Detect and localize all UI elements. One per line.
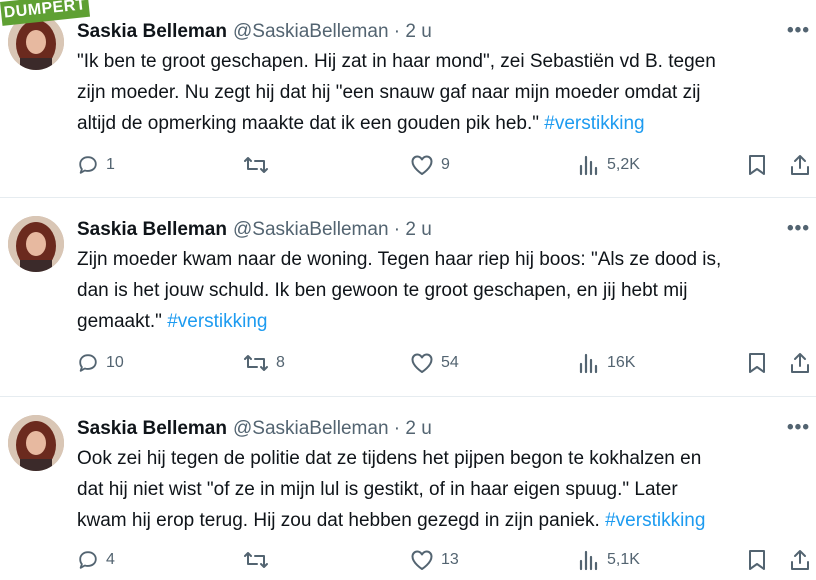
tweet[interactable]: Saskia Belleman @SaskiaBelleman · 2 u ••… (0, 0, 816, 197)
retweet-icon (244, 157, 268, 173)
more-icon[interactable]: ••• (787, 218, 810, 240)
like-icon (411, 550, 433, 570)
tweet-header: Saskia Belleman @SaskiaBelleman · 2 u (77, 417, 432, 441)
bookmark-button[interactable] (748, 154, 766, 176)
like-button[interactable]: 13 (410, 549, 459, 571)
share-icon (791, 353, 809, 373)
views-count: 5,1K (607, 551, 640, 568)
views-count: 5,2K (607, 156, 640, 173)
like-count: 13 (441, 551, 459, 568)
views-icon (579, 550, 598, 571)
bookmark-button[interactable] (748, 549, 766, 571)
reply-icon (79, 156, 97, 174)
avatar[interactable] (8, 415, 64, 471)
reply-button[interactable]: 10 (77, 352, 124, 374)
display-name[interactable]: Saskia Belleman (77, 418, 227, 440)
tweet-text: "Ik ben te groot geschapen. Hij zat in h… (77, 46, 812, 139)
like-button[interactable]: 54 (410, 352, 459, 374)
retweet-button[interactable] (243, 154, 276, 176)
share-icon (791, 550, 809, 570)
display-name[interactable]: Saskia Belleman (77, 219, 227, 241)
reply-count: 4 (106, 551, 115, 568)
tweet-line-text: altijd de opmerking maakte dat ik een go… (77, 113, 539, 134)
display-name[interactable]: Saskia Belleman (77, 21, 227, 43)
retweet-icon (244, 552, 268, 568)
like-count: 54 (441, 354, 459, 371)
hashtag-link[interactable]: #verstikking (167, 311, 267, 332)
reply-button[interactable]: 1 (77, 154, 115, 176)
tweet-line-text: kwam hij erop terug. Hij zou dat hebben … (77, 510, 600, 531)
bookmark-icon (749, 353, 765, 373)
tweet-line: "Ik ben te groot geschapen. Hij zat in h… (77, 51, 716, 72)
share-icon (791, 155, 809, 175)
views-count: 16K (607, 354, 636, 371)
reply-icon (79, 354, 97, 372)
tweet-line: dan is het jouw schuld. Ik ben gewoon te… (77, 280, 688, 301)
retweet-icon (244, 355, 268, 371)
tweet-line: dat hij niet wist "of ze in mijn lul is … (77, 479, 678, 500)
share-button[interactable] (789, 154, 811, 176)
handle-and-time[interactable]: @SaskiaBelleman · 2 u (233, 418, 432, 440)
tweet-line-text: gemaakt." (77, 311, 162, 332)
tweet-line: Zijn moeder kwam naar de woning. Tegen h… (77, 249, 722, 270)
like-button[interactable]: 9 (410, 154, 450, 176)
tweet-text: Ook zei hij tegen de politie dat ze tijd… (77, 443, 812, 536)
share-button[interactable] (789, 549, 811, 571)
more-icon[interactable]: ••• (787, 20, 810, 42)
retweet-button[interactable] (243, 549, 276, 571)
tweet-line: gemaakt." #verstikking (77, 306, 812, 337)
reply-button[interactable]: 4 (77, 549, 115, 571)
bookmark-button[interactable] (748, 352, 766, 374)
hashtag-link[interactable]: #verstikking (605, 510, 705, 531)
bookmark-icon (749, 550, 765, 570)
views-button[interactable]: 5,1K (578, 549, 640, 571)
views-button[interactable]: 5,2K (578, 154, 640, 176)
reply-count: 10 (106, 354, 124, 371)
tweet-header: Saskia Belleman @SaskiaBelleman · 2 u (77, 20, 432, 44)
share-button[interactable] (789, 352, 811, 374)
retweet-button[interactable]: 8 (243, 352, 285, 374)
tweet-header: Saskia Belleman @SaskiaBelleman · 2 u (77, 218, 432, 242)
action-bar: 10 8 54 16K (0, 352, 816, 380)
handle-and-time[interactable]: @SaskiaBelleman · 2 u (233, 219, 432, 241)
views-icon (579, 155, 598, 176)
avatar[interactable] (8, 216, 64, 272)
handle-and-time[interactable]: @SaskiaBelleman · 2 u (233, 21, 432, 43)
more-icon[interactable]: ••• (787, 417, 810, 439)
action-bar: 1 9 5,2K (0, 154, 816, 182)
like-icon (411, 155, 433, 175)
tweet[interactable]: Saskia Belleman @SaskiaBelleman · 2 u ••… (0, 397, 816, 580)
views-button[interactable]: 16K (578, 352, 635, 374)
reply-icon (79, 551, 97, 569)
like-count: 9 (441, 156, 450, 173)
tweet-line: kwam hij erop terug. Hij zou dat hebben … (77, 505, 812, 536)
hashtag-link[interactable]: #verstikking (544, 113, 644, 134)
tweet-line: altijd de opmerking maakte dat ik een go… (77, 108, 812, 139)
retweet-count: 8 (276, 354, 285, 371)
action-bar: 4 13 5,1K (0, 549, 816, 577)
tweet[interactable]: Saskia Belleman @SaskiaBelleman · 2 u ••… (0, 198, 816, 396)
reply-count: 1 (106, 156, 115, 173)
tweet-line: Ook zei hij tegen de politie dat ze tijd… (77, 448, 702, 469)
like-icon (411, 353, 433, 373)
views-icon (579, 353, 598, 374)
bookmark-icon (749, 155, 765, 175)
tweet-line: zijn moeder. Nu zegt hij dat hij "een sn… (77, 82, 701, 103)
tweet-text: Zijn moeder kwam naar de woning. Tegen h… (77, 244, 812, 337)
